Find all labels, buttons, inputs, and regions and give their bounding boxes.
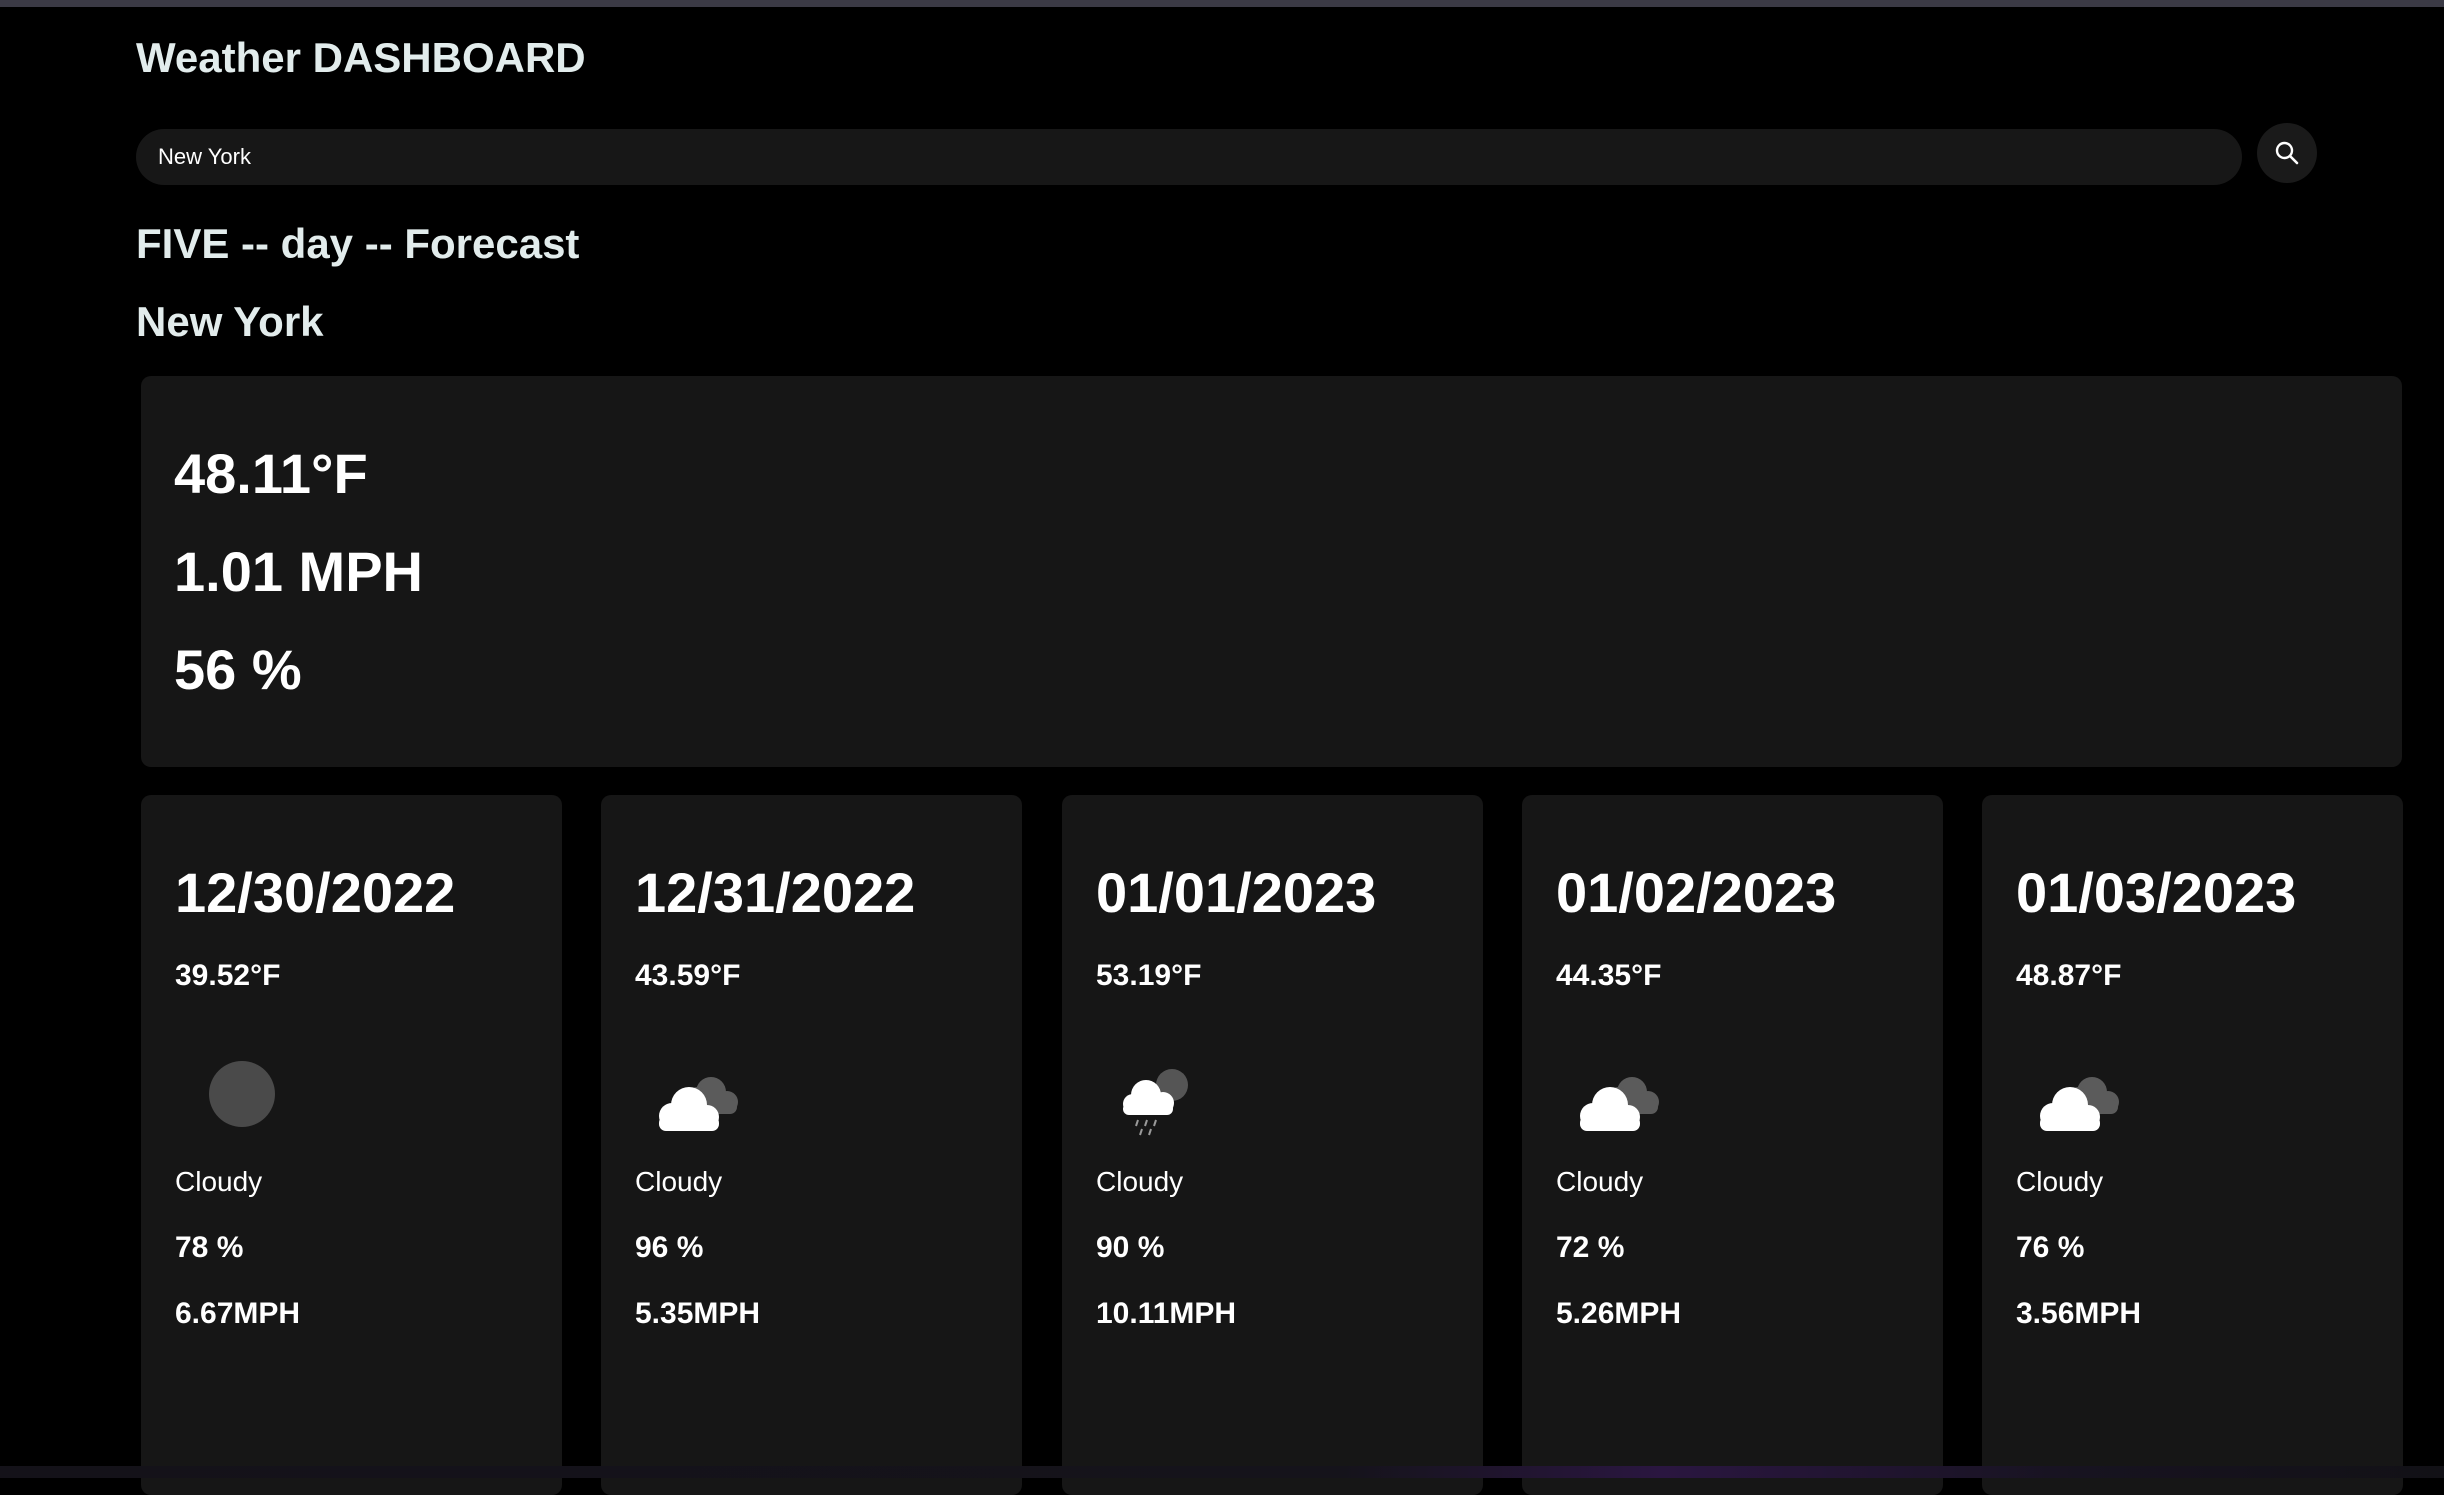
- forecast-humidity: 78 %: [175, 1231, 244, 1264]
- forecast-wind: 10.11MPH: [1096, 1297, 1237, 1330]
- window-top-edge: [0, 0, 2444, 7]
- forecast-temperature: 53.19°F: [1096, 959, 1202, 992]
- forecast-date: 12/30/2022: [175, 861, 456, 924]
- app-title: Weather DASHBOARD: [136, 34, 586, 81]
- current-humidity: 56 %: [174, 638, 302, 701]
- forecast-date: 01/01/2023: [1096, 861, 1377, 924]
- forecast-card: 01/03/2023 48.87°F Cloudy 76 % 3.56MPH: [1982, 795, 2403, 1495]
- forecast-card: 01/01/2023 53.19°F Cloudy 90 % 10.11MPH: [1062, 795, 1483, 1495]
- forecast-humidity: 90 %: [1096, 1231, 1165, 1264]
- forecast-description: Cloudy: [1096, 1166, 1184, 1197]
- forecast-description: Cloudy: [2016, 1166, 2104, 1197]
- current-temperature: 48.11°F: [174, 442, 368, 505]
- forecast-card: 01/02/2023 44.35°F Cloudy 72 % 5.26MPH: [1522, 795, 1943, 1495]
- forecast-wind: 3.56MPH: [2016, 1297, 2142, 1330]
- search-button[interactable]: [2257, 123, 2317, 183]
- cloudy-icon: [635, 1050, 745, 1140]
- search-icon: [2274, 140, 2300, 166]
- forecast-date: 01/02/2023: [1556, 861, 1837, 924]
- cloudy-icon: [1556, 1050, 1666, 1140]
- window-bottom-edge: [0, 1466, 2444, 1478]
- forecast-description: Cloudy: [1556, 1166, 1644, 1197]
- forecast-temperature: 44.35°F: [1556, 959, 1662, 992]
- city-search-input[interactable]: [136, 129, 2242, 185]
- moon-icon: [175, 1050, 285, 1140]
- forecast-humidity: 96 %: [635, 1231, 704, 1264]
- forecast-humidity: 76 %: [2016, 1231, 2085, 1264]
- forecast-temperature: 39.52°F: [175, 959, 281, 992]
- forecast-description: Cloudy: [175, 1166, 263, 1197]
- current-weather-panel: 48.11°F 1.01 MPH 56 %: [141, 376, 2402, 767]
- forecast-temperature: 48.87°F: [2016, 959, 2122, 992]
- rain-icon: [1096, 1050, 1206, 1140]
- forecast-date: 01/03/2023: [2016, 861, 2297, 924]
- forecast-description: Cloudy: [635, 1166, 723, 1197]
- forecast-temperature: 43.59°F: [635, 959, 741, 992]
- forecast-humidity: 72 %: [1556, 1231, 1625, 1264]
- forecast-wind: 6.67MPH: [175, 1297, 301, 1330]
- current-wind: 1.01 MPH: [174, 540, 423, 603]
- forecast-date: 12/31/2022: [635, 861, 916, 924]
- forecast-card: 12/30/2022 39.52°F Cloudy 78 % 6.67MPH: [141, 795, 562, 1495]
- cloudy-icon: [2016, 1050, 2126, 1140]
- city-name: New York: [136, 298, 324, 345]
- forecast-wind: 5.35MPH: [635, 1297, 761, 1330]
- forecast-card: 12/31/2022 43.59°F Cloudy 96 % 5.35MPH: [601, 795, 1022, 1495]
- forecast-heading: FIVE -- day -- Forecast: [136, 220, 580, 267]
- forecast-wind: 5.26MPH: [1556, 1297, 1682, 1330]
